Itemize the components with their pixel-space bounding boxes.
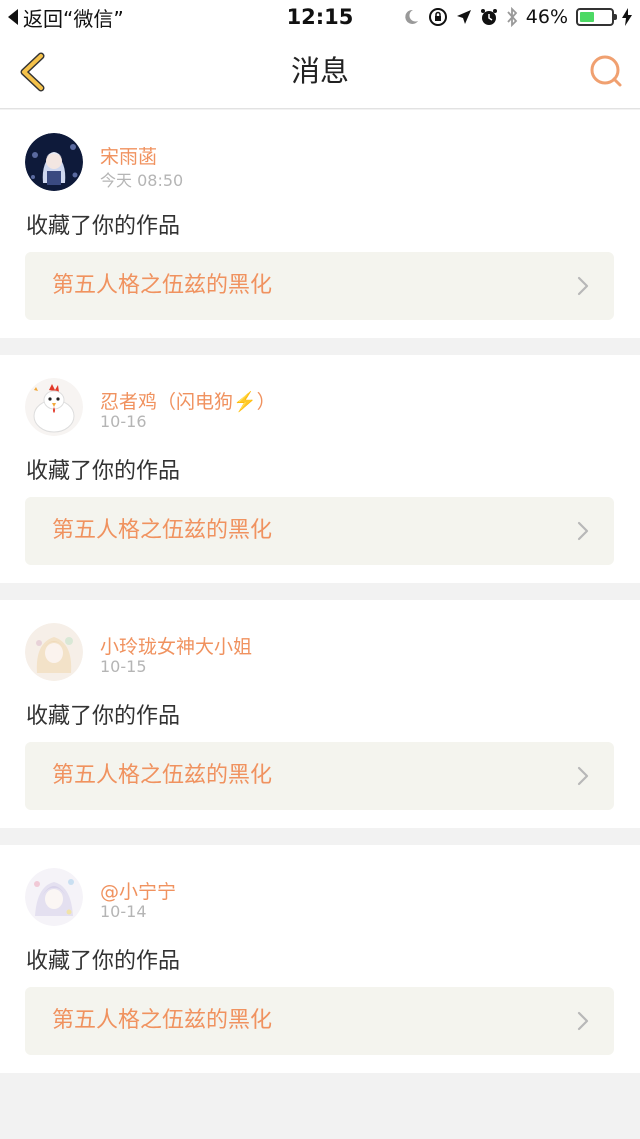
work-link[interactable]: 第五人格之伍兹的黑化 — [25, 252, 614, 320]
work-link[interactable]: 第五人格之伍兹的黑化 — [25, 742, 614, 810]
action-text: 收藏了你的作品 — [26, 214, 181, 239]
anime-girl-pastel-avatar — [25, 868, 83, 926]
work-title: 第五人格之伍兹的黑化 — [52, 1008, 273, 1033]
user-name[interactable]: @小宁宁 — [100, 877, 176, 904]
notification-card: 小玲珑女神大小姐 10-15 收藏了你的作品 第五人格之伍兹的黑化 — [0, 600, 640, 828]
action-text: 收藏了你的作品 — [26, 949, 181, 974]
notification-time: 10-16 — [100, 412, 147, 431]
messages-screen: 返回“微信” 12:15 46% 消息 宋雨菡 今天 08:50 收藏了你的作品… — [0, 0, 640, 1139]
work-link[interactable]: 第五人格之伍兹的黑化 — [25, 987, 614, 1055]
status-indicators: 46% — [402, 4, 632, 30]
battery-percent: 46% — [525, 6, 568, 28]
user-avatar[interactable] — [25, 623, 83, 681]
action-text: 收藏了你的作品 — [26, 459, 181, 484]
chicken-avatar — [25, 378, 83, 436]
chevron-right-icon — [577, 521, 589, 541]
status-bar: 返回“微信” 12:15 46% — [0, 0, 640, 34]
user-name[interactable]: 忍者鸡（闪电狗⚡️） — [100, 387, 276, 414]
nav-bar: 消息 — [0, 34, 640, 109]
battery-icon — [576, 8, 617, 26]
rotation-lock-icon — [428, 7, 448, 27]
user-avatar[interactable] — [25, 133, 83, 191]
notification-time: 10-14 — [100, 902, 147, 921]
alarm-icon — [480, 8, 498, 26]
notification-time: 10-15 — [100, 657, 147, 676]
user-avatar[interactable] — [25, 378, 83, 436]
anime-girl-light-avatar — [25, 623, 83, 681]
work-title: 第五人格之伍兹的黑化 — [52, 763, 273, 788]
charging-icon — [622, 8, 632, 26]
notification-card: 忍者鸡（闪电狗⚡️） 10-16 收藏了你的作品 第五人格之伍兹的黑化 — [0, 355, 640, 583]
work-link[interactable]: 第五人格之伍兹的黑化 — [25, 497, 614, 565]
moon-icon — [402, 8, 420, 26]
anime-girl-dark-avatar — [25, 133, 83, 191]
work-title: 第五人格之伍兹的黑化 — [52, 273, 273, 298]
chevron-right-icon — [577, 1011, 589, 1031]
action-text: 收藏了你的作品 — [26, 704, 181, 729]
chevron-right-icon — [577, 276, 589, 296]
search-button[interactable] — [586, 52, 626, 92]
battery-fill — [580, 12, 594, 22]
user-name[interactable]: 小玲珑女神大小姐 — [100, 632, 252, 659]
page-title: 消息 — [290, 54, 349, 88]
chevron-right-icon — [577, 766, 589, 786]
work-title: 第五人格之伍兹的黑化 — [52, 518, 273, 543]
notification-card: 宋雨菡 今天 08:50 收藏了你的作品 第五人格之伍兹的黑化 — [0, 110, 640, 338]
location-icon — [456, 9, 472, 25]
notification-time: 今天 08:50 — [100, 171, 184, 190]
user-name[interactable]: 宋雨菡 — [100, 142, 157, 169]
bluetooth-icon — [506, 7, 518, 27]
notification-card: @小宁宁 10-14 收藏了你的作品 第五人格之伍兹的黑化 — [0, 845, 640, 1073]
search-icon — [590, 55, 622, 87]
user-avatar[interactable] — [25, 868, 83, 926]
